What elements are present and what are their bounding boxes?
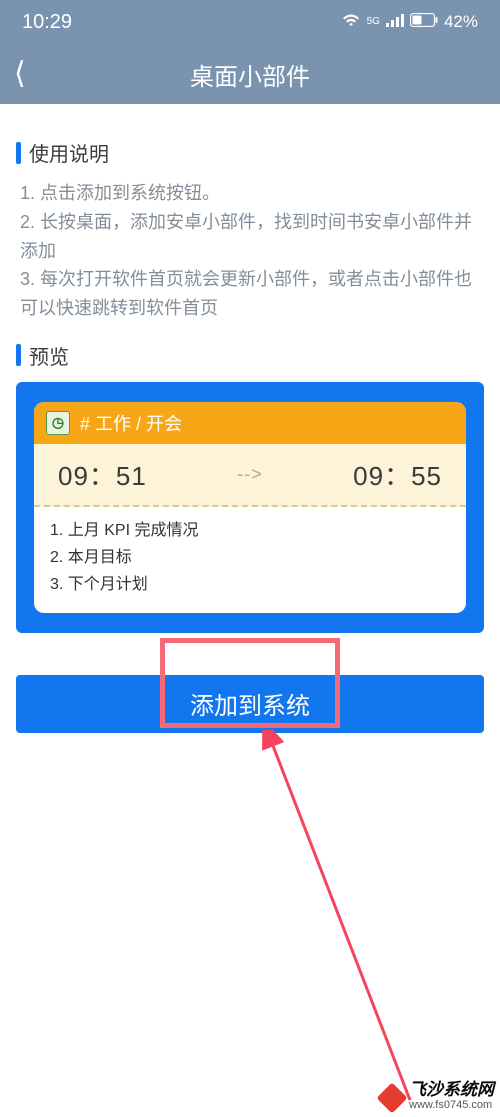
battery-percent: 42% bbox=[444, 12, 478, 32]
add-to-system-button[interactable]: 添加到系统 bbox=[16, 675, 484, 733]
instruction-line: 3. 每次打开软件首页就会更新小部件，或者点击小部件也可以快速跳转到软件首页 bbox=[20, 265, 484, 323]
wifi-icon bbox=[341, 12, 361, 33]
section-title-preview: 预览 bbox=[16, 341, 484, 370]
instruction-line: 1. 点击添加到系统按钮。 bbox=[20, 179, 484, 208]
widget-time-start: 09：51 bbox=[58, 456, 147, 493]
widget-preview: ◷ # 工作 / 开会 09：51 --> 09：55 1. 上月 KPI 完成… bbox=[34, 402, 466, 613]
page-header: ⟨ 桌面小部件 bbox=[0, 44, 500, 104]
status-bar: 10:29 5G 42% bbox=[0, 0, 500, 44]
widget-times: 09：51 --> 09：55 bbox=[34, 444, 466, 507]
watermark-url: www.fs0745.com bbox=[409, 1100, 494, 1111]
battery-icon bbox=[410, 12, 438, 32]
preview-card: ◷ # 工作 / 开会 09：51 --> 09：55 1. 上月 KPI 完成… bbox=[16, 382, 484, 633]
instructions-text: 1. 点击添加到系统按钮。 2. 长按桌面，添加安卓小部件，找到时间书安卓小部件… bbox=[16, 179, 484, 323]
watermark-logo-icon bbox=[376, 1082, 407, 1113]
widget-time-end: 09：55 bbox=[353, 456, 442, 493]
widget-task-item: 1. 上月 KPI 完成情况 bbox=[50, 517, 450, 544]
back-icon[interactable]: ⟨ bbox=[14, 59, 26, 89]
section-title-instructions: 使用说明 bbox=[16, 138, 484, 167]
widget-tag: # 工作 / 开会 bbox=[80, 410, 182, 436]
instruction-line: 2. 长按桌面，添加安卓小部件，找到时间书安卓小部件并添加 bbox=[20, 208, 484, 266]
page-title: 桌面小部件 bbox=[190, 57, 310, 92]
watermark-name: 飞沙系统网 bbox=[409, 1081, 494, 1098]
widget-app-icon: ◷ bbox=[46, 411, 70, 435]
arrow-icon: --> bbox=[237, 464, 263, 485]
signal-icon bbox=[386, 12, 404, 32]
network-label: 5G bbox=[367, 17, 380, 27]
status-right: 5G 42% bbox=[341, 12, 478, 33]
content-area: 使用说明 1. 点击添加到系统按钮。 2. 长按桌面，添加安卓小部件，找到时间书… bbox=[0, 104, 500, 633]
widget-task-item: 3. 下个月计划 bbox=[50, 571, 450, 598]
status-time: 10:29 bbox=[22, 11, 72, 34]
widget-tasks: 1. 上月 KPI 完成情况 2. 本月目标 3. 下个月计划 bbox=[34, 507, 466, 613]
widget-header: ◷ # 工作 / 开会 bbox=[34, 402, 466, 444]
widget-task-item: 2. 本月目标 bbox=[50, 544, 450, 571]
annotation-arrow bbox=[180, 730, 420, 1110]
watermark: 飞沙系统网 www.fs0745.com bbox=[381, 1081, 494, 1111]
